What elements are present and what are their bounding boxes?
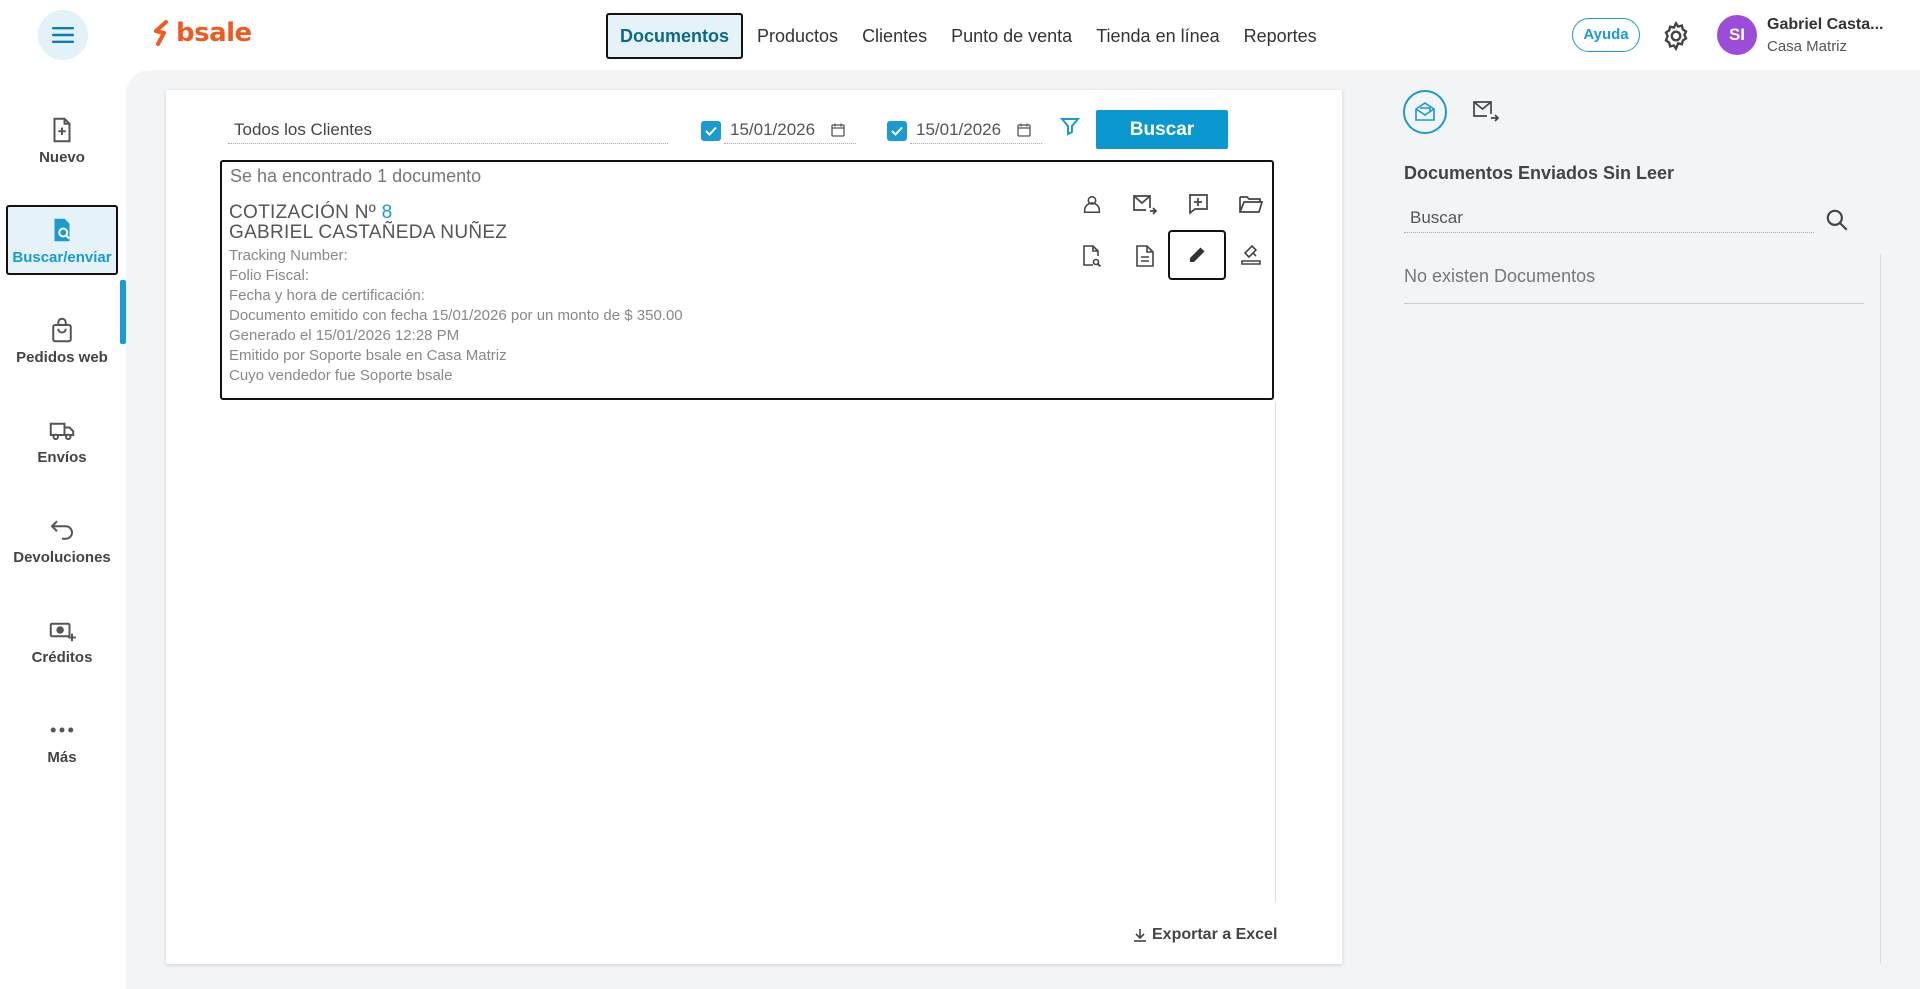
sidebar-item-label: Nuevo [39, 149, 85, 166]
sidebar-item-label: Envíos [37, 449, 87, 466]
search-document-icon [54, 218, 70, 242]
truck-icon [49, 422, 75, 441]
send-mail-icon [1133, 195, 1158, 215]
sidebar-item-pedidos-web[interactable]: Pedidos web [6, 307, 118, 377]
nav-tienda-en-linea[interactable]: Tienda en línea [1084, 13, 1231, 59]
check-icon [705, 126, 717, 136]
document-client: GABRIEL CASTAÑEDA NUÑEZ [229, 222, 508, 243]
client-info-button[interactable] [1072, 184, 1112, 224]
calendar-icon[interactable] [1016, 122, 1032, 138]
active-indicator [120, 280, 126, 344]
issuer-info: Emitido por Soporte bsale en Casa Matriz [229, 347, 507, 364]
add-comment-icon [1189, 194, 1208, 215]
emission-info: Documento emitido con fecha 15/01/2026 p… [229, 307, 683, 324]
open-folder-button[interactable] [1231, 184, 1271, 224]
sidebar-item-label: Devoluciones [13, 549, 111, 566]
date-to-checkbox[interactable] [887, 121, 907, 141]
hamburger-icon [52, 27, 74, 43]
client-filter-input[interactable]: Todos los Clientes [228, 118, 668, 144]
generated-info: Generado el 15/01/2026 12:28 PM [229, 327, 460, 344]
bsale-logo[interactable]: bsale [152, 18, 252, 48]
view-document-button[interactable] [1125, 236, 1165, 276]
open-folder-icon [1239, 196, 1264, 213]
date-from-checkbox[interactable] [701, 121, 721, 141]
date-to-value: 15/01/2026 [916, 120, 1002, 139]
check-icon [891, 126, 903, 136]
nav-clientes[interactable]: Clientes [850, 13, 939, 59]
nav-documentos[interactable]: Documentos [606, 13, 744, 59]
avatar[interactable]: SI [1717, 15, 1757, 55]
right-panel-search-input[interactable]: Buscar [1404, 205, 1814, 233]
gear-icon[interactable] [1660, 20, 1692, 52]
document-number[interactable]: 8 [382, 202, 393, 223]
bsale-logo-icon [154, 20, 168, 46]
search-button[interactable]: Buscar [1096, 110, 1228, 149]
shopping-bag-icon [52, 317, 72, 343]
user-icon [1083, 195, 1101, 214]
date-from-value: 15/01/2026 [730, 120, 816, 139]
credit-money-icon [49, 622, 76, 642]
sidebar: Nuevo Buscar/enviar Pedidos web Envíos D… [0, 70, 126, 989]
nav-reportes[interactable]: Reportes [1232, 13, 1329, 59]
new-document-icon [53, 117, 71, 143]
sidebar-item-creditos[interactable]: Créditos [6, 607, 118, 677]
logo-text: bsale [176, 18, 252, 48]
download-icon [1134, 929, 1146, 942]
date-to-field[interactable]: 15/01/2026 [910, 118, 1042, 144]
calendar-icon[interactable] [830, 122, 846, 138]
help-button[interactable]: Ayuda [1572, 18, 1640, 52]
sidebar-item-nuevo[interactable]: Nuevo [6, 107, 118, 177]
user-branch: Casa Matriz [1767, 38, 1848, 55]
add-comment-button[interactable] [1178, 184, 1218, 224]
tracking-number: Tracking Number: [229, 247, 348, 264]
sidebar-item-devoluciones[interactable]: Devoluciones [6, 507, 118, 577]
date-from-field[interactable]: 15/01/2026 [724, 118, 856, 144]
sidebar-item-envios[interactable]: Envíos [6, 407, 118, 477]
user-name[interactable]: Gabriel Casta... [1767, 16, 1884, 34]
document-icon [1136, 245, 1154, 267]
sidebar-item-buscar-enviar[interactable]: Buscar/enviar [6, 205, 118, 275]
unread-inbox-tab[interactable] [1403, 90, 1447, 134]
nav-punto-de-venta[interactable]: Punto de venta [939, 13, 1084, 59]
folio-fiscal: Folio Fiscal: [229, 267, 310, 284]
divider [1275, 402, 1276, 902]
empty-state-text: No existen Documentos [1404, 266, 1864, 304]
edit-pencil-icon [1190, 247, 1205, 262]
document-type: COTIZACIÓN Nº [229, 202, 377, 223]
return-arrow-icon [50, 520, 73, 540]
document-details: Tracking Number: Folio Fiscal: Fecha y h… [229, 246, 683, 386]
stamp-button[interactable] [1231, 236, 1271, 276]
right-panel-divider [1880, 254, 1881, 964]
edit-button[interactable] [1168, 230, 1226, 280]
main-nav: Documentos Productos Clientes Punto de v… [606, 13, 1329, 59]
sidebar-item-mas[interactable]: Más [6, 707, 118, 777]
inbox-mail-icon [1415, 102, 1435, 121]
sidebar-item-label: Buscar/enviar [12, 249, 112, 266]
certification-date: Fecha y hora de certificación: [229, 287, 425, 304]
sidebar-item-label: Más [47, 749, 77, 766]
sent-mail-icon[interactable] [1471, 98, 1501, 126]
filter-icon[interactable] [1060, 116, 1080, 136]
right-panel-title: Documentos Enviados Sin Leer [1404, 163, 1675, 183]
document-link-icon [1083, 245, 1102, 268]
send-email-button[interactable] [1125, 184, 1165, 224]
export-label: Exportar a Excel [1152, 926, 1278, 943]
document-link-button[interactable] [1072, 236, 1112, 276]
export-excel-link[interactable]: Exportar a Excel [1132, 926, 1277, 944]
result-card: Se ha encontrado 1 documento COTIZACIÓN … [220, 160, 1274, 400]
hamburger-menu-button[interactable] [38, 10, 88, 60]
more-dots-icon [50, 727, 74, 733]
sidebar-item-label: Pedidos web [16, 349, 108, 366]
sidebar-item-label: Créditos [31, 649, 93, 666]
results-count: Se ha encontrado 1 documento [230, 166, 482, 186]
search-icon[interactable] [1824, 207, 1850, 233]
stamp-icon [1241, 244, 1261, 265]
top-bar: bsale Documentos Productos Clientes Punt… [0, 0, 1920, 70]
nav-productos[interactable]: Productos [745, 13, 850, 59]
document-title[interactable]: COTIZACIÓN Nº 8 [229, 202, 392, 224]
seller-info: Cuyo vendedor fue Soporte bsale [229, 367, 453, 384]
